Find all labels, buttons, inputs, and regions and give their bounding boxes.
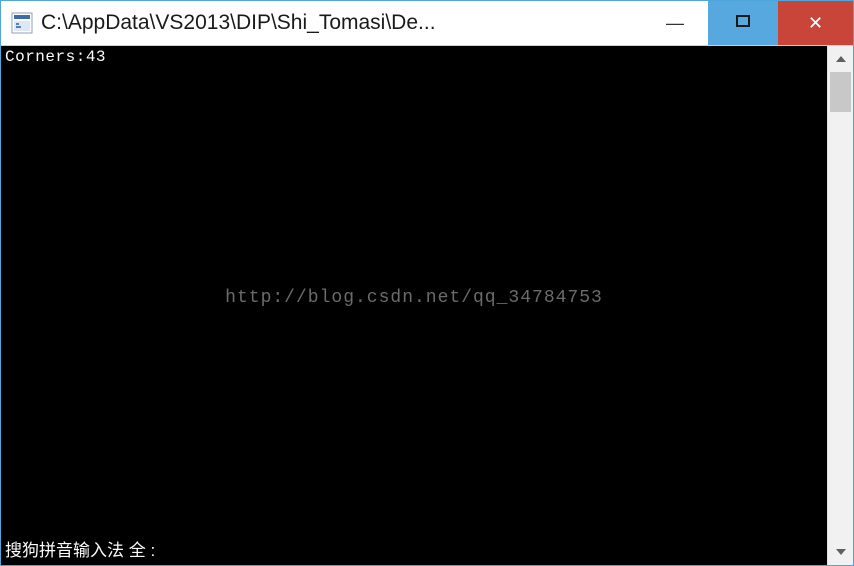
output-label: Corners:: [5, 48, 86, 66]
chevron-down-icon: [836, 549, 846, 555]
ime-status: 搜狗拼音输入法 全 :: [5, 536, 155, 561]
scroll-down-button[interactable]: [828, 539, 853, 565]
vertical-scrollbar[interactable]: [827, 46, 853, 565]
console-line: Corners:43: [5, 48, 106, 66]
scroll-up-button[interactable]: [828, 46, 853, 72]
scroll-thumb[interactable]: [830, 72, 851, 112]
titlebar[interactable]: C:\AppData\VS2013\DIP\Shi_Tomasi\De... —…: [1, 1, 853, 46]
window-controls: — ✕: [642, 1, 853, 45]
close-button[interactable]: ✕: [778, 1, 853, 45]
minimize-icon: —: [666, 13, 684, 34]
maximize-icon: [735, 13, 751, 34]
minimize-button[interactable]: —: [642, 1, 708, 45]
client-area: Corners:43 http://blog.csdn.net/qq_34784…: [1, 46, 853, 565]
scroll-track[interactable]: [828, 72, 853, 539]
app-icon: [11, 12, 33, 34]
window-title: C:\AppData\VS2013\DIP\Shi_Tomasi\De...: [41, 11, 642, 35]
console-output[interactable]: Corners:43 http://blog.csdn.net/qq_34784…: [1, 46, 827, 565]
chevron-up-icon: [836, 56, 846, 62]
watermark-text: http://blog.csdn.net/qq_34784753: [1, 288, 827, 308]
close-icon: ✕: [808, 13, 823, 34]
maximize-button[interactable]: [708, 1, 778, 45]
output-value: 43: [86, 48, 106, 66]
console-window: C:\AppData\VS2013\DIP\Shi_Tomasi\De... —…: [0, 0, 854, 566]
